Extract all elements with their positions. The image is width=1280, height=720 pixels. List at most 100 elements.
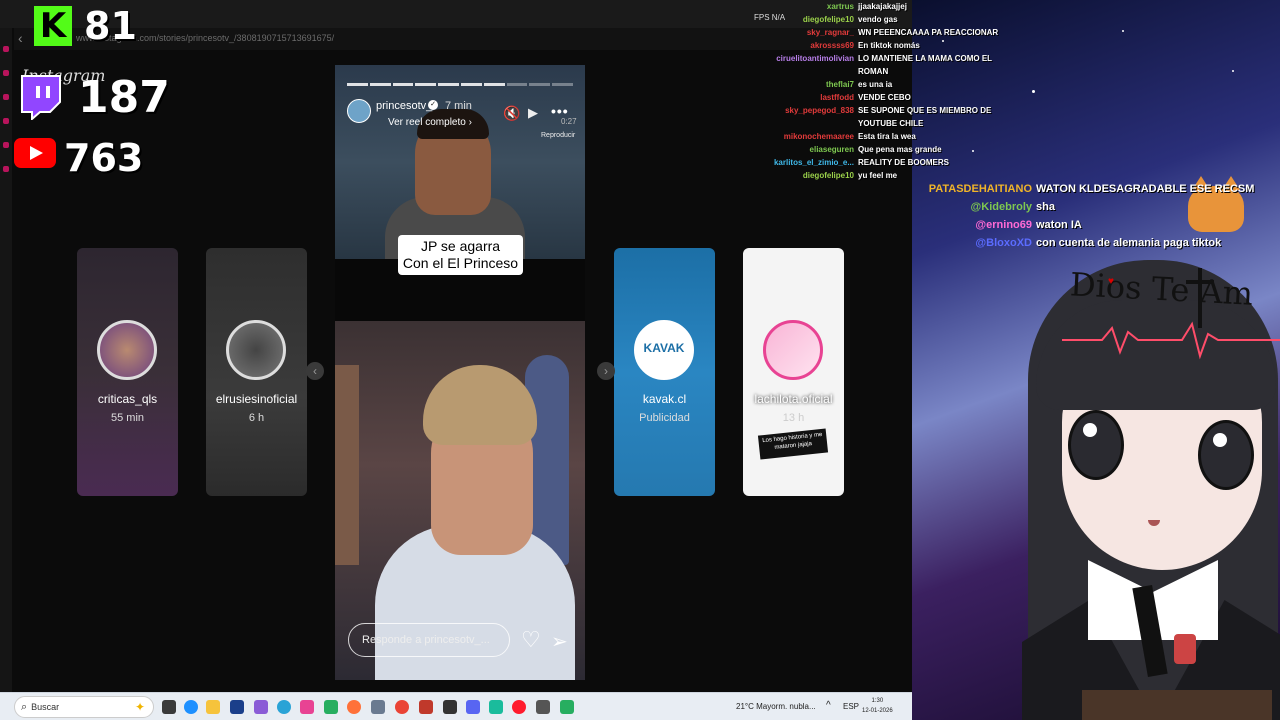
chat-text: REALITY DE BOOMERS [858,158,949,167]
app-icon[interactable] [419,700,433,714]
story-username[interactable]: princesotv_ [376,100,432,112]
story-card-elrusiesinoficial[interactable]: elrusiesinoficial 6 h [206,248,307,496]
prev-story-chevron-icon[interactable]: ‹ [306,362,324,380]
background-person [335,365,359,565]
file-explorer-icon[interactable] [206,700,220,714]
search-icon: ⌕ [21,701,28,713]
heartbeat-line-icon [1062,321,1280,360]
chat-username[interactable]: PATASDEHAITIANO [920,180,1036,198]
chat-username[interactable]: mikonochemaaree [740,130,858,143]
sidebar-dot[interactable] [3,94,9,100]
mute-icon[interactable]: 🔇 [503,105,520,122]
sidebar-strip [0,28,12,692]
play-icon[interactable]: ▶ [528,105,538,121]
task-view-icon[interactable] [162,700,176,714]
kick-viewer-count: 81 [84,4,137,48]
clock[interactable]: 1:30 12-01-2026 [862,696,893,716]
view-full-reel-link[interactable]: Ver reel completo › [388,117,472,128]
sidebar-dot[interactable] [3,166,9,172]
sidebar-dot[interactable] [3,70,9,76]
tray-chevron-up-icon[interactable]: ^ [826,700,831,711]
star [1232,70,1234,72]
avatar-eye [1068,410,1124,480]
sidebar-dot[interactable] [3,46,9,52]
app-icon[interactable] [254,700,268,714]
chat-message: @BloxoXD con cuenta de alemania paga tikt… [920,234,1270,252]
chat-username[interactable]: diegofelipe10 [740,13,858,26]
like-heart-icon[interactable]: ♡ [521,627,541,653]
chrome-icon[interactable] [395,700,409,714]
chat-text: es una ia [858,80,893,89]
chat-username[interactable]: xartrus [740,0,858,13]
app-icon[interactable] [536,700,550,714]
story-card-lachilota[interactable]: lachilota.oficial 13 h Los hago historia… [743,248,844,496]
firefox-icon[interactable] [347,700,361,714]
caption-line: JP se agarra [420,238,501,254]
chat-username[interactable]: karlitos_el_zimio_e... [740,156,858,169]
chat-text: vendo gas [858,15,898,24]
chat-username[interactable]: eliaseguren [740,143,858,156]
sidebar-dot[interactable] [3,142,9,148]
app-icon[interactable] [560,700,574,714]
story-sticker: Los hago historia y me mataron jajaja [757,428,829,460]
chat-message: diegofelipe10 vendo gas [740,13,1012,26]
language-indicator[interactable]: ESP [843,701,859,712]
opera-icon[interactable] [512,700,526,714]
chat-username[interactable]: theflai7 [740,78,858,91]
obs-icon[interactable] [443,700,457,714]
story-caption: JP se agarra Con el El Princeso [398,235,523,275]
chat-text: con cuenta de alemania paga tiktok [1036,237,1222,249]
story-card-name: elrusiesinoficial [215,392,298,406]
chat-text: WN PEEENCAAAA PA REACCIONAR [858,28,999,37]
chat-text: Esta tira la wea [858,132,916,141]
story-progress [347,83,573,86]
story-video-top [335,65,585,259]
app-icon[interactable] [371,700,385,714]
app-icon[interactable] [324,700,338,714]
story-user-avatar[interactable] [347,99,371,123]
chat-text: jjaakajakajjej [858,2,907,11]
star [1122,30,1124,32]
caption-line: Con el El Princeso [402,255,519,271]
chat-username[interactable]: @Kidebroly [920,198,1036,216]
story-card-criticas[interactable]: criticas_qls 55 min [77,248,178,496]
next-story-chevron-icon[interactable]: › [597,362,615,380]
vs-icon[interactable] [230,700,244,714]
chat-username[interactable]: ciruelitoantimolivian [740,52,858,78]
chat-username[interactable]: @BloxoXD [920,234,1036,252]
chat-text: VENDE CEBO [858,93,911,102]
app-icon[interactable] [184,700,198,714]
chat-username[interactable]: @ernino69 [920,216,1036,234]
chat-username[interactable]: sky_pepegod_838 [740,104,858,130]
chat-username[interactable]: sky_ragnar_ [740,26,858,39]
app-icon[interactable] [300,700,314,714]
youtube-icon [14,138,56,168]
send-icon[interactable]: ➢ [551,629,568,654]
active-story[interactable]: princesotv_ ✓ 7 min Ver reel completo › … [335,65,585,680]
story-card-time: 55 min [110,412,145,424]
story-card-name: kavak.cl [642,392,687,406]
chat-username[interactable]: diegofelipe10 [740,169,858,182]
chat-message: theflai7 es una ia [740,78,1012,91]
taskbar-search[interactable]: ⌕ Buscar ✦ [14,696,154,718]
avatar [226,320,286,380]
reply-input[interactable]: Responde a princesotv_... [348,623,510,657]
verified-icon: ✓ [428,100,438,110]
story-card-kavak[interactable]: KAVAK kavak.cl Publicidad [614,248,715,496]
avatar-pin [1174,634,1196,664]
edge-icon[interactable] [277,700,291,714]
chat-username[interactable]: lastffodd [740,91,858,104]
copilot-icon[interactable]: ✦ [135,697,145,717]
clock-date: 12-01-2026 [862,708,893,714]
discord-icon[interactable] [466,700,480,714]
back-arrow-icon[interactable]: ‹ [18,30,23,46]
weather-status[interactable]: 21°C Mayorm. nubla... [736,701,816,712]
app-icon[interactable] [489,700,503,714]
kavak-logo: KAVAK [643,341,685,355]
chat-username[interactable]: akrossss69 [740,39,858,52]
story-card-name: criticas_qls [97,392,158,406]
chat-text: LO MANTIENE LA MAMA COMO EL ROMAN [858,54,992,76]
sidebar-dot[interactable] [3,118,9,124]
chat-message: mikonochemaaree Esta tira la wea [740,130,1012,143]
chat-message: sky_ragnar_ WN PEEENCAAAA PA REACCIONAR [740,26,1012,39]
